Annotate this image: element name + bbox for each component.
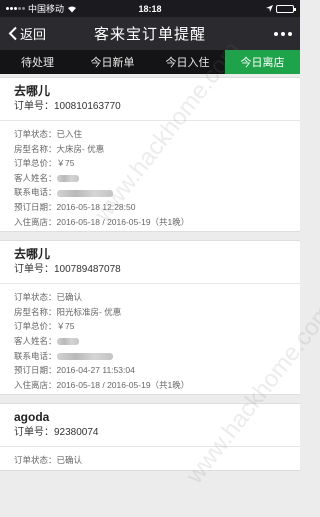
order-details: 订单状态：已确认 房型名称：阳光标准房- 优惠 订单总价：￥75 客人姓名： 联… xyxy=(0,284,300,394)
more-icon xyxy=(274,31,278,36)
nav-bar: 返回 客来宝订单提醒 xyxy=(0,17,300,50)
more-menu-button[interactable] xyxy=(274,28,292,40)
guest-name-row: 客人姓名： xyxy=(14,171,286,186)
guest-name-label: 客人姓名： xyxy=(14,172,57,183)
order-details: 订单状态：已确认 xyxy=(0,447,300,470)
back-label: 返回 xyxy=(20,27,47,42)
order-source: 去哪儿 xyxy=(14,247,51,262)
carrier-label: 中国移动 xyxy=(28,4,65,14)
order-card-header: agoda 订单号：92380074 xyxy=(0,404,300,448)
status-bar: 中国移动 18:18 xyxy=(0,0,300,17)
phone-label: 联系电话： xyxy=(14,350,57,361)
order-card[interactable]: 去哪儿 订单号：100810163770 订单状态：已入住 房型名称：大床房- … xyxy=(0,77,300,233)
booking-date: 预订日期：2016-05-18 12:28:50 xyxy=(14,201,136,212)
status-right xyxy=(266,4,296,13)
chevron-left-icon xyxy=(8,26,17,41)
phone-row: 联系电话： xyxy=(14,349,286,364)
guest-name-label: 客人姓名： xyxy=(14,335,57,346)
booking-date: 预订日期：2016-04-27 11:53:04 xyxy=(14,365,135,376)
guest-name-row: 客人姓名： xyxy=(14,334,286,349)
back-button[interactable]: 返回 xyxy=(8,24,46,43)
tab-new-today[interactable]: 今日新单 xyxy=(75,50,150,74)
stay-dates: 入住离店：2016-05-18 / 2016-05-19（共1晚） xyxy=(14,216,190,227)
location-icon xyxy=(266,5,273,12)
order-list: 去哪儿 订单号：100810163770 订单状态：已入住 房型名称：大床房- … xyxy=(0,77,300,471)
order-price: 订单总价：￥75 xyxy=(14,158,75,169)
order-price: 订单总价：￥75 xyxy=(14,321,75,332)
order-card-header: 去哪儿 订单号：100789487078 xyxy=(0,241,300,285)
order-card[interactable]: agoda 订单号：92380074 订单状态：已确认 xyxy=(0,403,300,471)
redacted-phone xyxy=(56,189,113,197)
order-source: agoda xyxy=(14,410,50,425)
order-number: 订单号：92380074 xyxy=(14,427,99,439)
redacted-guest-name xyxy=(56,338,79,346)
tab-bar: 待处理 今日新单 今日入住 今日离店 xyxy=(0,50,300,74)
order-status: 订单状态：已确认 xyxy=(14,455,83,466)
redacted-phone xyxy=(56,352,113,360)
room-type: 房型名称：大床房- 优惠 xyxy=(14,143,105,154)
redacted-guest-name xyxy=(56,175,79,183)
tab-pending[interactable]: 待处理 xyxy=(0,50,75,74)
stay-dates: 入住离店：2016-05-18 / 2016-05-19（共1晚） xyxy=(14,379,190,390)
signal-icon xyxy=(6,7,25,10)
tab-checkout-today[interactable]: 今日离店 xyxy=(225,50,300,74)
order-card[interactable]: 去哪儿 订单号：100789487078 订单状态：已确认 房型名称：阳光标准房… xyxy=(0,240,300,396)
order-source: 去哪儿 xyxy=(14,84,51,98)
phone-label: 联系电话： xyxy=(14,187,57,198)
room-type: 房型名称：阳光标准房- 优惠 xyxy=(14,306,122,317)
order-number: 订单号：100810163770 xyxy=(14,101,121,112)
tab-checkin-today[interactable]: 今日入住 xyxy=(150,50,225,74)
order-number: 订单号：100789487078 xyxy=(14,264,121,276)
order-status: 订单状态：已确认 xyxy=(14,292,83,303)
order-card-header: 去哪儿 订单号：100810163770 xyxy=(0,78,300,121)
order-status: 订单状态：已入住 xyxy=(14,129,83,139)
wifi-icon xyxy=(68,5,77,12)
phone-row: 联系电话： xyxy=(14,185,286,200)
battery-icon xyxy=(276,4,296,13)
order-details: 订单状态：已入住 房型名称：大床房- 优惠 订单总价：￥75 客人姓名： 联系电… xyxy=(0,121,300,231)
status-left: 中国移动 xyxy=(6,2,77,15)
